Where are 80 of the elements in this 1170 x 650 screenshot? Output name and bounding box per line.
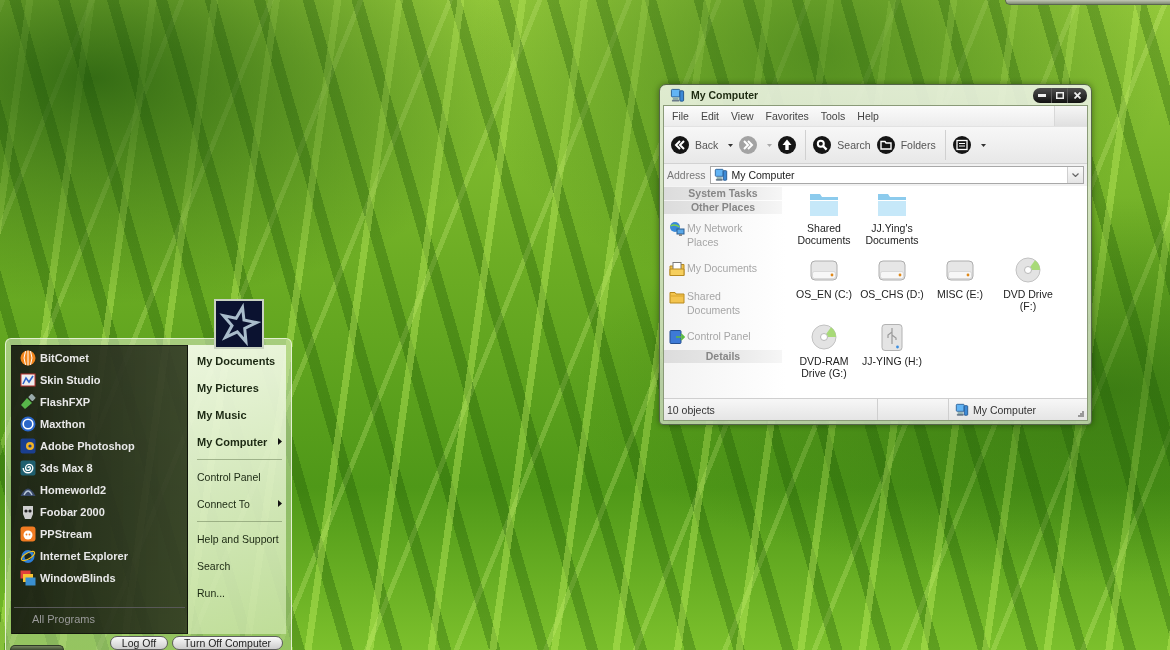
drive-item[interactable]: OS_CHS (D:) (860, 256, 924, 300)
spiral-icon (20, 460, 36, 476)
menu-item[interactable]: My Music (197, 401, 286, 428)
program-item[interactable]: Foobar 2000 (12, 501, 187, 523)
drive-item[interactable]: JJ-YING (H:) (861, 323, 923, 367)
disc-icon (808, 323, 840, 352)
ring-disc-icon (20, 416, 36, 432)
smiley-icon (20, 526, 36, 542)
ring-orbit-icon (20, 548, 36, 564)
program-item[interactable]: FlashFXP (12, 391, 187, 413)
program-item[interactable]: Adobe Photoshop (12, 435, 187, 457)
menu-item[interactable]: View (725, 110, 760, 122)
drive-item[interactable]: OS_EN (C:) (796, 256, 852, 300)
dropdown-button[interactable] (1067, 167, 1083, 183)
search-button[interactable]: Search (811, 132, 875, 158)
address-field[interactable]: My Computer (709, 166, 1084, 184)
menu-item[interactable]: My Pictures (197, 374, 286, 401)
globe-monitor-icon (669, 221, 685, 237)
disc-icon (1012, 256, 1044, 285)
drive-item[interactable]: MISC (E:) (936, 256, 984, 300)
address-label: Address (667, 169, 706, 181)
star-tile-icon (214, 299, 264, 349)
program-item[interactable]: BitComet (12, 347, 187, 369)
menu-item[interactable]: Favorites (759, 110, 815, 122)
drive-item[interactable]: DVD Drive (F:) (994, 256, 1062, 312)
back-icon (671, 136, 689, 154)
forward-icon (739, 136, 758, 154)
striped-ball-icon (20, 350, 36, 366)
resize-grip-icon (1078, 411, 1084, 417)
menu-item[interactable]: Edit (694, 110, 725, 122)
minimize-icon (1038, 93, 1046, 97)
folder-item[interactable]: JJ.Ying's Documents (858, 190, 926, 246)
program-item[interactable]: 3ds Max 8 (12, 457, 187, 479)
circle-tile-icon (20, 438, 36, 454)
search-icon (813, 136, 832, 154)
computer-icon (670, 87, 685, 103)
program-item[interactable]: Skin Studio (12, 369, 187, 391)
program-item[interactable]: Internet Explorer (12, 545, 187, 567)
computer-icon (955, 402, 969, 417)
menu-item[interactable]: Run... (197, 579, 286, 606)
document-folder-icon (669, 261, 685, 277)
layers-icon (20, 570, 36, 586)
menu-item[interactable]: My Computer (197, 428, 286, 455)
control-panel-icon (669, 329, 685, 345)
menu-item[interactable]: Tools (814, 110, 852, 122)
close-icon (1074, 91, 1081, 99)
menu-item[interactable]: Help (851, 110, 885, 122)
log-off-button[interactable]: Log Off (109, 636, 169, 650)
program-item[interactable]: WindowBlinds (12, 567, 187, 589)
minimize-button[interactable] (1033, 87, 1052, 103)
status-text: 10 objects (667, 403, 715, 416)
taskbar-button[interactable] (10, 645, 64, 650)
folder-icon (876, 136, 895, 154)
program-item[interactable]: PPStream (12, 523, 187, 545)
close-button[interactable] (1068, 87, 1087, 103)
back-button[interactable]: Back (669, 132, 738, 158)
window-title: My Computer (691, 89, 759, 101)
menu-item[interactable]: Control Panel (197, 463, 286, 490)
drive-item[interactable]: DVD-RAM Drive (G:) (790, 323, 858, 379)
chevron-down-icon (1072, 173, 1079, 177)
folder-item[interactable]: Shared Documents (790, 190, 858, 246)
menu-item[interactable]: Search (197, 552, 286, 579)
status-location: My Computer (973, 403, 1036, 416)
menu-item[interactable]: File (666, 110, 695, 122)
program-item[interactable]: Homeworld2 (12, 479, 187, 501)
maximize-button[interactable] (1052, 87, 1068, 103)
computer-icon (713, 168, 728, 182)
marker-icon (20, 394, 36, 410)
program-item[interactable]: Maxthon (12, 413, 187, 435)
menu-item[interactable]: Help and Support (197, 525, 286, 552)
turn-off-button[interactable]: Turn Off Computer (172, 636, 283, 650)
menu-item[interactable]: My Documents (197, 347, 286, 374)
all-programs-item[interactable]: All Programs (26, 608, 101, 631)
picture-icon (20, 372, 36, 388)
skull-icon (20, 504, 36, 520)
menu-item[interactable]: Connect To (197, 490, 286, 517)
folders-button[interactable]: Folders (874, 132, 940, 158)
list-icon (952, 136, 971, 154)
maximize-icon (1055, 91, 1064, 99)
folder-icon (669, 289, 685, 305)
